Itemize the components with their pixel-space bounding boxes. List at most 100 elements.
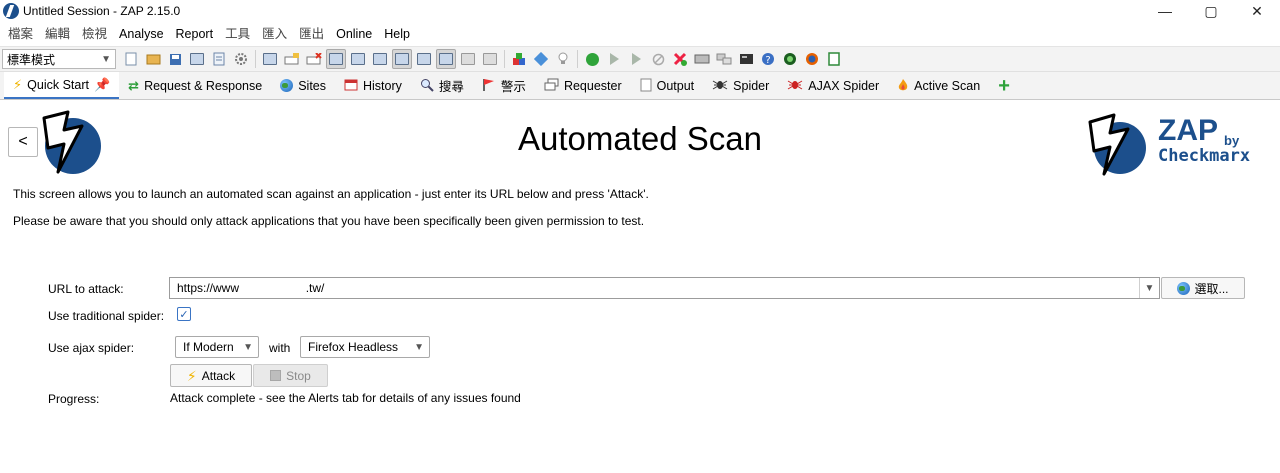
export-icon[interactable]	[260, 49, 280, 69]
tab-label: Request & Response	[144, 78, 263, 93]
tab-sites[interactable]: Sites	[271, 72, 335, 99]
chevron-down-icon[interactable]: ▼	[1139, 278, 1159, 298]
calendar-icon	[344, 78, 358, 93]
globe-icon	[280, 79, 294, 92]
notes-icon[interactable]	[824, 49, 844, 69]
show-tabs-icon[interactable]	[458, 49, 478, 69]
terminal-icon[interactable]	[736, 49, 756, 69]
menu-import[interactable]: 匯入	[256, 22, 293, 46]
stop-label: Stop	[286, 368, 311, 383]
stop-icon	[270, 370, 282, 381]
select-url-button[interactable]: 選取...	[1161, 277, 1245, 299]
network-icon[interactable]	[714, 49, 734, 69]
menu-analyse[interactable]: Analyse	[113, 22, 169, 46]
layout-tabs-icon[interactable]	[348, 49, 368, 69]
mode-select[interactable]: 標準模式 ▼	[2, 49, 116, 69]
scan-policy-icon[interactable]	[670, 49, 690, 69]
minimize-button[interactable]: —	[1142, 0, 1188, 22]
help-icon[interactable]: ?	[758, 49, 778, 69]
arrows-icon: ⇄	[128, 78, 140, 93]
flame-icon	[897, 78, 909, 94]
main-toolbar: 標準模式 ▼ ?	[0, 46, 1280, 72]
add-tab-button[interactable]: +	[989, 72, 1019, 99]
close-button[interactable]: ✕	[1234, 0, 1280, 22]
menu-edit[interactable]: 編輯	[39, 22, 76, 46]
tab-label: Sites	[298, 78, 326, 93]
hud-icon[interactable]	[780, 49, 800, 69]
tab-spider[interactable]: Spider	[703, 72, 778, 99]
quick-start-panel: < Automated Scan ZAP by Checkmarx This s…	[0, 100, 1280, 470]
requester-icon	[544, 78, 559, 93]
menu-report[interactable]: Report	[170, 22, 220, 46]
ajax-spider-icon	[787, 78, 803, 94]
tools-icon[interactable]	[531, 49, 551, 69]
lightbulb-icon[interactable]	[553, 49, 573, 69]
snapshot-icon[interactable]	[187, 49, 207, 69]
pin-tabs-icon[interactable]	[480, 49, 500, 69]
save-session-icon[interactable]	[165, 49, 185, 69]
toolbar-separator	[255, 50, 256, 68]
workspace-tabs: ⚡ Quick Start 📌 ⇄ Request & Response Sit…	[0, 72, 1280, 100]
brand-vendor: Checkmarx	[1158, 146, 1251, 166]
progress-status: Attack complete - see the Alerts tab for…	[170, 391, 521, 405]
toolbar-separator	[504, 50, 505, 68]
chevron-down-icon: ▼	[414, 341, 424, 353]
layout-bottom-icon[interactable]	[414, 49, 434, 69]
browser-value: Firefox Headless	[308, 340, 399, 354]
continue-icon[interactable]	[626, 49, 646, 69]
maximize-button[interactable]: ▢	[1188, 0, 1234, 22]
traditional-spider-label: Use traditional spider:	[48, 309, 165, 323]
tab-active-scan[interactable]: Active Scan	[888, 72, 989, 99]
new-session-icon[interactable]	[121, 49, 141, 69]
layout-toggle-icon[interactable]	[326, 49, 346, 69]
firefox-icon[interactable]	[802, 49, 822, 69]
title-bar: Untitled Session - ZAP 2.15.0 — ▢ ✕	[0, 0, 1280, 22]
tab-output[interactable]: Output	[631, 72, 704, 99]
traditional-spider-checkbox[interactable]: ✓	[177, 307, 191, 321]
step-icon[interactable]	[604, 49, 624, 69]
tab-request-response[interactable]: ⇄ Request & Response	[119, 72, 271, 99]
tab-quick-start[interactable]: ⚡ Quick Start 📌	[4, 72, 120, 99]
break-icon[interactable]	[582, 49, 602, 69]
url-input[interactable]: https://www .tw/ ▼	[169, 277, 1160, 299]
delete-icon[interactable]	[304, 49, 324, 69]
ajax-mode-value: If Modern	[183, 340, 234, 354]
tab-label: 搜尋	[438, 80, 464, 94]
chevron-down-icon: ▼	[101, 53, 111, 65]
zap-app-icon	[3, 3, 19, 19]
tab-label: History	[363, 78, 402, 93]
tab-ajax-spider[interactable]: AJAX Spider	[778, 72, 888, 99]
drop-icon[interactable]	[648, 49, 668, 69]
tab-label: AJAX Spider	[808, 78, 880, 93]
browser-select[interactable]: Firefox Headless ▼	[300, 336, 430, 358]
gear-icon[interactable]	[231, 49, 251, 69]
lightning-icon: ⚡	[186, 367, 197, 384]
tab-requester[interactable]: Requester	[535, 72, 631, 99]
layout-side-icon[interactable]	[392, 49, 412, 69]
menu-file[interactable]: 檔案	[2, 22, 39, 46]
mode-select-value: 標準模式	[7, 52, 56, 67]
menu-export[interactable]: 匯出	[293, 22, 330, 46]
open-session-icon[interactable]	[143, 49, 163, 69]
tab-history[interactable]: History	[335, 72, 411, 99]
search-icon	[420, 78, 434, 94]
menu-online[interactable]: Online	[330, 22, 378, 46]
keyboard-icon[interactable]	[692, 49, 712, 69]
menu-view[interactable]: 檢視	[76, 22, 113, 46]
menu-help[interactable]: Help	[378, 22, 416, 46]
tab-alerts[interactable]: 警示	[473, 72, 535, 99]
tab-label: Requester	[563, 78, 622, 93]
menu-tools[interactable]: 工具	[219, 22, 256, 46]
add-note-icon[interactable]	[282, 49, 302, 69]
ajax-mode-select[interactable]: If Modern ▼	[175, 336, 259, 358]
session-properties-icon[interactable]	[209, 49, 229, 69]
tab-search[interactable]: 搜尋	[411, 72, 473, 99]
layout-full-icon[interactable]	[370, 49, 390, 69]
attack-button[interactable]: ⚡ Attack	[170, 364, 252, 387]
stop-button[interactable]: Stop	[253, 364, 328, 387]
chevron-down-icon: ▼	[243, 341, 253, 353]
blocks-icon[interactable]	[509, 49, 529, 69]
pin-icon[interactable]: 📌	[94, 78, 110, 91]
tab-label: Active Scan	[914, 78, 981, 93]
layout-split-icon[interactable]	[436, 49, 456, 69]
